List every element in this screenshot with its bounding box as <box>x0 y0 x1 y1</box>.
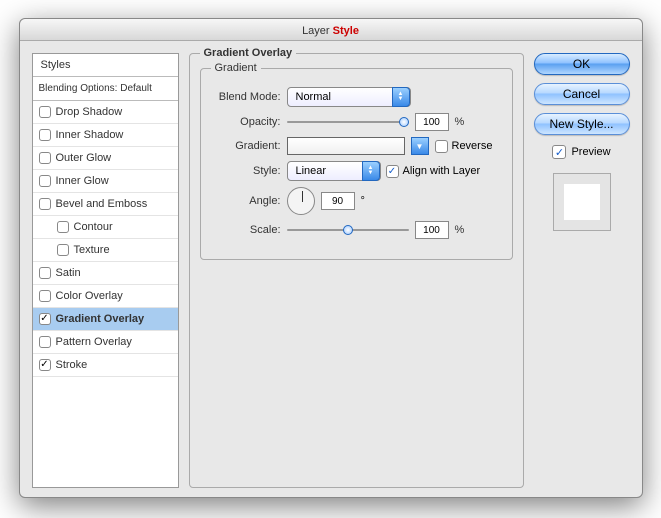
scale-label: Scale: <box>211 224 281 236</box>
preview-checkbox-group[interactable]: Preview <box>534 145 630 159</box>
style-label: Gradient Overlay <box>56 313 145 325</box>
style-item-bevel-emboss[interactable]: Bevel and Emboss <box>33 193 178 216</box>
checkbox-pattern-overlay[interactable] <box>39 336 51 348</box>
style-label: Color Overlay <box>56 290 123 302</box>
main-legend: Gradient Overlay <box>200 47 297 59</box>
style-label: Drop Shadow <box>56 106 123 118</box>
checkbox-satin[interactable] <box>39 267 51 279</box>
style-label: Bevel and Emboss <box>56 198 148 210</box>
style-select[interactable]: Linear <box>287 161 381 181</box>
blend-mode-label: Blend Mode: <box>211 91 281 103</box>
styles-header[interactable]: Styles <box>33 54 178 77</box>
right-button-panel: OK Cancel New Style... Preview <box>534 53 630 488</box>
checkbox-inner-shadow[interactable] <box>39 129 51 141</box>
gradient-preview[interactable] <box>287 137 405 155</box>
opacity-slider[interactable] <box>287 115 409 129</box>
gradient-legend: Gradient <box>211 62 261 74</box>
angle-label: Angle: <box>211 195 281 207</box>
gradient-overlay-panel: Gradient Overlay Gradient Blend Mode: No… <box>189 53 524 488</box>
blend-mode-select[interactable]: Normal <box>287 87 411 107</box>
style-label: Outer Glow <box>56 152 112 164</box>
preview-checkbox[interactable] <box>552 145 566 159</box>
style-item-inner-shadow[interactable]: Inner Shadow <box>33 124 178 147</box>
reverse-label: Reverse <box>452 140 493 152</box>
titlebar: Layer Style <box>20 19 642 41</box>
degree-label: ° <box>361 195 365 207</box>
checkbox-color-overlay[interactable] <box>39 290 51 302</box>
dialog-content: Styles Blending Options: Default Drop Sh… <box>20 41 642 500</box>
angle-input[interactable] <box>321 192 355 210</box>
style-label: Inner Glow <box>56 175 109 187</box>
ok-button[interactable]: OK <box>534 53 630 75</box>
gradient-dropdown-icon[interactable]: ▼ <box>411 137 429 155</box>
style-label: Stroke <box>56 359 88 371</box>
checkbox-outer-glow[interactable] <box>39 152 51 164</box>
checkbox-gradient-overlay[interactable] <box>39 313 51 325</box>
checkbox-bevel-emboss[interactable] <box>39 198 51 210</box>
scale-slider[interactable] <box>287 223 409 237</box>
percent-label: % <box>455 116 465 128</box>
gradient-label: Gradient: <box>211 140 281 152</box>
reverse-checkbox[interactable] <box>435 140 448 153</box>
scale-input[interactable] <box>415 221 449 239</box>
new-style-button[interactable]: New Style... <box>534 113 630 135</box>
align-checkbox-group[interactable]: Align with Layer <box>386 165 481 178</box>
opacity-label: Opacity: <box>211 116 281 128</box>
gradient-group: Gradient Blend Mode: Normal ▲▼ Opacity: <box>200 68 513 260</box>
style-label: Inner Shadow <box>56 129 124 141</box>
blending-options-row[interactable]: Blending Options: Default <box>33 77 178 101</box>
title-text-2: Style <box>333 25 359 37</box>
opacity-input[interactable] <box>415 113 449 131</box>
style-item-outer-glow[interactable]: Outer Glow <box>33 147 178 170</box>
preview-swatch <box>553 173 611 231</box>
angle-dial[interactable] <box>287 187 315 215</box>
style-label: Style: <box>211 165 281 177</box>
style-item-stroke[interactable]: Stroke <box>33 354 178 377</box>
style-label: Contour <box>74 221 113 233</box>
checkbox-contour[interactable] <box>57 221 69 233</box>
checkbox-stroke[interactable] <box>39 359 51 371</box>
style-item-pattern-overlay[interactable]: Pattern Overlay <box>33 331 178 354</box>
preview-swatch-inner <box>564 184 600 220</box>
checkbox-texture[interactable] <box>57 244 69 256</box>
reverse-checkbox-group[interactable]: Reverse <box>435 140 493 153</box>
checkbox-drop-shadow[interactable] <box>39 106 51 118</box>
style-item-color-overlay[interactable]: Color Overlay <box>33 285 178 308</box>
style-item-inner-glow[interactable]: Inner Glow <box>33 170 178 193</box>
cancel-button[interactable]: Cancel <box>534 83 630 105</box>
style-item-drop-shadow[interactable]: Drop Shadow <box>33 101 178 124</box>
preview-label: Preview <box>571 146 610 158</box>
layer-style-dialog: Layer Style Styles Blending Options: Def… <box>19 18 643 498</box>
style-item-texture[interactable]: Texture <box>33 239 178 262</box>
style-item-contour[interactable]: Contour <box>33 216 178 239</box>
align-label: Align with Layer <box>403 165 481 177</box>
align-checkbox[interactable] <box>386 165 399 178</box>
checkbox-inner-glow[interactable] <box>39 175 51 187</box>
style-item-gradient-overlay[interactable]: Gradient Overlay <box>33 308 178 331</box>
styles-panel: Styles Blending Options: Default Drop Sh… <box>32 53 179 488</box>
title-text-1: Layer <box>302 25 333 37</box>
style-item-satin[interactable]: Satin <box>33 262 178 285</box>
style-label: Pattern Overlay <box>56 336 132 348</box>
style-label: Satin <box>56 267 81 279</box>
percent-label: % <box>455 224 465 236</box>
style-label: Texture <box>74 244 110 256</box>
